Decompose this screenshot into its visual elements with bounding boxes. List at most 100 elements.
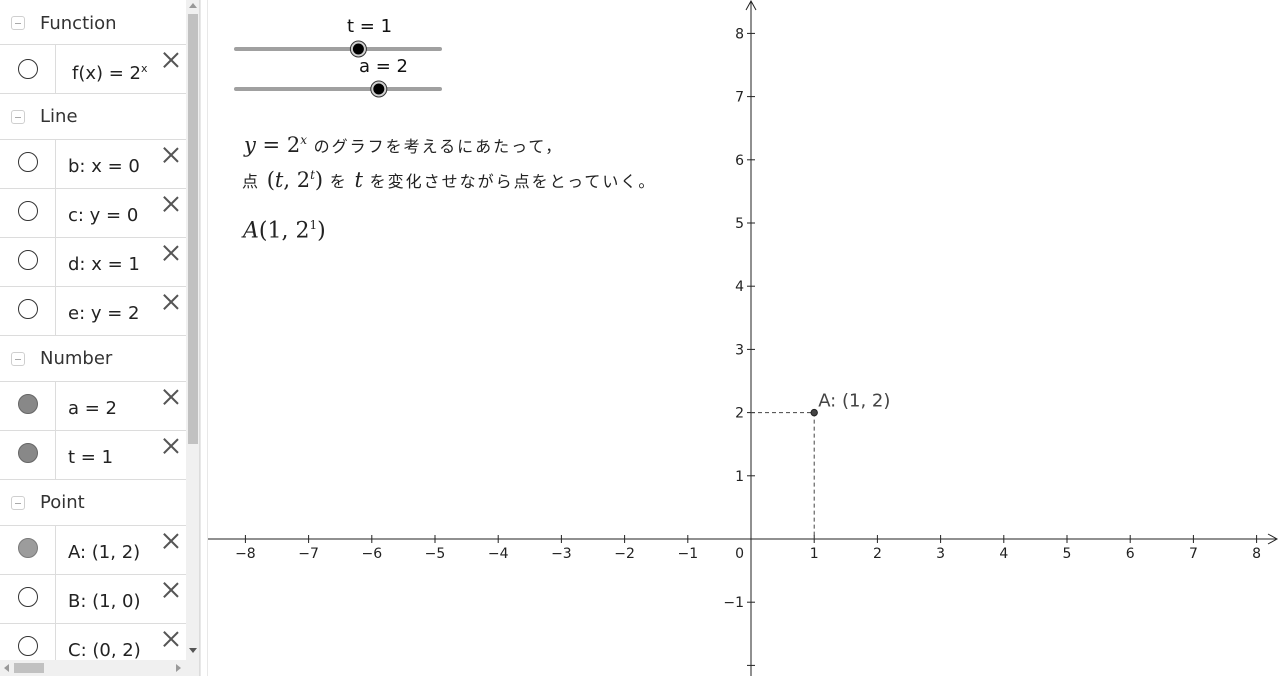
slider-t-handle[interactable] [352, 43, 364, 55]
scrollbar-thumb[interactable] [14, 663, 44, 673]
x-tick-label: 7 [1189, 546, 1198, 562]
point-expression: A(1, 21) [243, 218, 326, 244]
x-tick-label: −3 [551, 546, 572, 562]
vertical-scrollbar[interactable] [186, 0, 199, 660]
slider-a-handle[interactable] [373, 83, 385, 95]
marble-cell [0, 382, 56, 430]
horizontal-scrollbar[interactable] [0, 660, 186, 676]
marble-cell [0, 189, 56, 237]
item-label[interactable]: a = 2 [68, 398, 117, 419]
scroll-right-icon[interactable] [176, 664, 181, 672]
x-tick-label: 2 [873, 546, 882, 562]
visibility-toggle-icon[interactable] [18, 587, 38, 607]
algebra-item-A[interactable]: A: (1, 2) [0, 526, 186, 575]
algebra-item-f[interactable]: f(x) = 2x [0, 45, 186, 94]
group-header-line[interactable]: Line [0, 94, 186, 140]
visibility-toggle-icon[interactable] [18, 538, 38, 558]
visibility-toggle-icon[interactable] [18, 250, 38, 270]
item-label[interactable]: B: (1, 0) [68, 591, 141, 612]
x-tick-label: −1 [677, 546, 698, 562]
y-tick-label: 4 [735, 279, 744, 295]
delete-icon[interactable] [162, 51, 180, 69]
marble-cell [0, 526, 56, 574]
group-header-point[interactable]: Point [0, 480, 186, 526]
x-tick-label: −5 [425, 546, 446, 562]
scroll-down-icon[interactable] [189, 648, 197, 653]
visibility-toggle-icon[interactable] [18, 152, 38, 172]
item-label[interactable]: t = 1 [68, 447, 113, 468]
visibility-toggle-icon[interactable] [18, 59, 38, 79]
marble-cell [0, 575, 56, 623]
slider-t-label: t = 1 [347, 16, 393, 37]
algebra-item-c[interactable]: c: y = 0 [0, 189, 186, 238]
slider-a-label: a = 2 [359, 56, 409, 77]
delete-icon[interactable] [162, 630, 180, 648]
marble-cell [0, 238, 56, 286]
x-tick-label: 5 [1063, 546, 1072, 562]
visibility-toggle-icon[interactable] [18, 636, 38, 656]
scroll-up-icon[interactable] [189, 3, 197, 8]
visibility-toggle-icon[interactable] [18, 299, 38, 319]
algebra-item-t[interactable]: t = 1 [0, 431, 186, 480]
x-tick-label: −7 [298, 546, 319, 562]
delete-icon[interactable] [162, 195, 180, 213]
algebra-item-a[interactable]: a = 2 [0, 382, 186, 431]
delete-icon[interactable] [162, 293, 180, 311]
visibility-toggle-icon[interactable] [18, 394, 38, 414]
item-label[interactable]: A: (1, 2) [68, 542, 140, 563]
item-label[interactable]: f(x) = 2x [72, 62, 148, 84]
marble-cell [0, 287, 56, 335]
point-A[interactable] [810, 408, 818, 417]
marble-cell [0, 431, 56, 479]
collapse-icon[interactable] [11, 496, 25, 510]
delete-icon[interactable] [162, 244, 180, 262]
delete-icon[interactable] [162, 532, 180, 550]
y-tick-label: −1 [723, 595, 744, 611]
group-header-function[interactable]: Function [0, 0, 186, 45]
algebra-item-B[interactable]: B: (1, 0) [0, 575, 186, 624]
group-header-number[interactable]: Number [0, 336, 186, 382]
x-tick-label: −2 [614, 546, 635, 562]
item-label[interactable]: e: y = 2 [68, 303, 140, 324]
collapse-icon[interactable] [11, 16, 25, 30]
y-tick-label: 5 [735, 216, 744, 232]
x-tick-label: 1 [810, 546, 819, 562]
x-tick-label: 6 [1126, 546, 1135, 562]
point-A-label: A: (1, 2) [818, 391, 890, 412]
scroll-left-icon[interactable] [4, 664, 9, 672]
delete-icon[interactable] [162, 581, 180, 599]
graphics-view[interactable]: −8 −7 −6 −5 −4 −3 −2 −1 1 2 3 4 5 6 7 8 −1 1 2 3 4 5 6 7 8 0 A: (1… [208, 0, 1280, 676]
x-tick-label: 4 [999, 546, 1008, 562]
algebra-item-b[interactable]: b: x = 0 [0, 140, 186, 189]
delete-icon[interactable] [162, 437, 180, 455]
origin-label: 0 [735, 546, 744, 562]
scrollbar-thumb[interactable] [188, 14, 198, 444]
text-line-1: y = 2x のグラフを考えるにあたって， [244, 133, 564, 157]
delete-icon[interactable] [162, 388, 180, 406]
algebra-item-d[interactable]: d: x = 1 [0, 238, 186, 287]
y-tick-label: 6 [735, 153, 744, 169]
marble-cell [0, 140, 56, 188]
visibility-toggle-icon[interactable] [18, 201, 38, 221]
group-title: Line [40, 106, 78, 127]
y-tick-label: 1 [735, 469, 744, 485]
y-tick-label: 8 [735, 26, 744, 42]
y-tick-label: 7 [735, 90, 744, 106]
item-label[interactable]: C: (0, 2) [68, 640, 141, 661]
y-tick-label: 3 [735, 342, 744, 358]
text-line-2: 点 (t, 2t) を t を変化させながら点をとっていく。 [242, 168, 657, 192]
visibility-toggle-icon[interactable] [18, 443, 38, 463]
collapse-icon[interactable] [11, 352, 25, 366]
coordinate-plane[interactable]: −8 −7 −6 −5 −4 −3 −2 −1 1 2 3 4 5 6 7 8 −1 1 2 3 4 5 6 7 8 0 A: (1… [208, 0, 1280, 676]
algebra-item-e[interactable]: e: y = 2 [0, 287, 186, 336]
x-tick-label: 3 [936, 546, 945, 562]
item-label[interactable]: b: x = 0 [68, 156, 140, 177]
algebra-list: Function f(x) = 2x Line b: x = 0 c: y = … [0, 0, 186, 673]
item-label[interactable]: c: y = 0 [68, 205, 138, 226]
collapse-icon[interactable] [11, 110, 25, 124]
delete-icon[interactable] [162, 146, 180, 164]
marble-cell [0, 45, 56, 93]
view-divider[interactable] [200, 0, 208, 676]
x-tick-label: −4 [488, 546, 509, 562]
item-label[interactable]: d: x = 1 [68, 254, 140, 275]
